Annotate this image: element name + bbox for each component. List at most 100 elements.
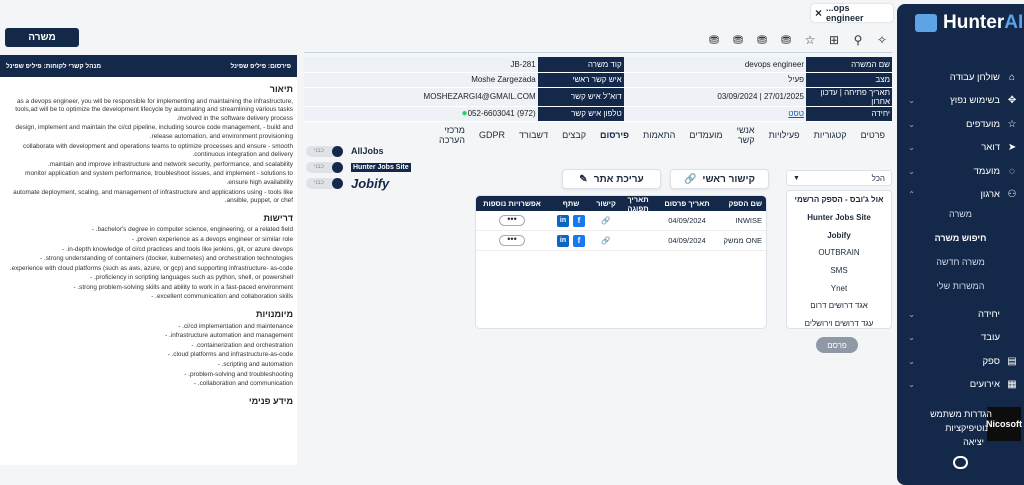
sidebar-subitem[interactable]: חיפוש משרה — [897, 233, 1024, 243]
field-value: JB-281 — [304, 57, 538, 73]
sidebar-item[interactable]: ⌂ שולחן עבודה — [897, 66, 1024, 88]
money-icon-1[interactable]: ⛃ — [778, 32, 794, 48]
main-link-label: קישור ראשי — [702, 173, 756, 185]
tab-4[interactable]: מועמדים — [686, 130, 725, 140]
sidebar-item-label: יחידה — [977, 308, 1000, 320]
grid-header-cell: תאריך תפוגה — [627, 195, 649, 213]
field-label: תאריך פתיחה | עדכון אחרון — [806, 87, 892, 107]
edit-icon: ✎ — [579, 173, 588, 185]
bulb-icon[interactable]: ✧ — [874, 32, 890, 48]
publish-button[interactable]: פרסם — [816, 337, 858, 353]
sidebar-item[interactable]: ▦ אירועים ⌄ — [897, 374, 1024, 396]
supplier-item[interactable]: OUTBRAIN — [787, 244, 891, 262]
sidebar-item[interactable]: ◌ מועמד ⌄ — [897, 160, 1024, 182]
linkedin-icon[interactable]: in — [557, 214, 569, 227]
sidebar-item-icon: ⌂ — [1008, 71, 1016, 83]
sidebar-item-icon: ▤ — [1007, 355, 1017, 367]
tab-8[interactable]: דשבורד — [516, 130, 551, 140]
sidebar-item-icon — [1006, 332, 1018, 344]
main-link-button[interactable]: קישור ראשי 🔗 — [670, 169, 769, 189]
unit-link[interactable]: טסט — [788, 109, 804, 118]
sidebar-item[interactable]: עובד ⌄ — [897, 327, 1024, 349]
details-row: מצב פעיל איש קשר ראשי Moshe Zargezada — [304, 72, 892, 88]
sidebar-item-label: דואר — [981, 142, 1000, 153]
publisher-label: פירסום: פיליפ שפינל — [230, 62, 291, 70]
tab-0[interactable]: פרטים — [858, 130, 888, 140]
supplier-panel: הכל ▼ אול ג'ובס - הספק הרשמי Hunter Jobs … — [786, 170, 892, 329]
edit-site-button[interactable]: עריכת אתר ✎ — [562, 169, 661, 189]
tab-9[interactable]: GDPR — [476, 130, 508, 140]
tab-6[interactable]: פירסום — [597, 130, 632, 140]
sidebar-item[interactable]: ▤ ספק ⌄ — [897, 350, 1024, 372]
chevron-down-icon: ▼ — [793, 174, 800, 182]
supplier-item[interactable]: Hunter Jobs Site — [787, 209, 891, 227]
board-toggle[interactable]: כבוי — [306, 161, 343, 173]
tab-5[interactable]: התאמות — [640, 130, 678, 140]
chevron-icon: ⌄ — [908, 333, 915, 342]
user-settings-link[interactable]: הגדרות משתמש — [930, 409, 992, 419]
sidebar-subitem[interactable]: משרה חדשה — [897, 257, 1024, 267]
supplier-item[interactable]: Ynet — [787, 279, 891, 297]
board-toggle[interactable]: כבוי — [306, 145, 343, 157]
money-icon-3[interactable]: ⛃ — [730, 32, 746, 48]
notifications-link[interactable]: נוטיפיקציות — [945, 423, 988, 433]
supplier-item[interactable]: SMS — [787, 262, 891, 280]
more-options-button[interactable]: ••• — [499, 215, 525, 226]
close-tab-icon[interactable]: × — [815, 6, 822, 20]
sidebar-item[interactable]: ➤ דואר ⌄ — [897, 137, 1024, 159]
logout-link[interactable]: יציאה — [963, 437, 984, 447]
facebook-icon[interactable]: f — [573, 234, 585, 247]
section-line: infrastructure automation and management… — [165, 332, 293, 340]
field-value-text: (972) 052-6603041 — [467, 109, 536, 118]
grid-header: שם הספק תאריך פרסום תאריך תפוגה קישור שתף אפש… — [476, 195, 766, 213]
linkedin-icon[interactable]: in — [557, 234, 569, 247]
supplier-item[interactable]: אגד דרושים דרום — [787, 297, 891, 315]
record-tab-label: ...ops engineer — [826, 3, 864, 23]
facebook-icon[interactable]: f — [573, 214, 585, 227]
board-toggle[interactable]: כבוי — [306, 177, 343, 189]
tab-1[interactable]: קטגוריות — [811, 130, 850, 140]
page-title-button[interactable]: משרה — [5, 28, 79, 47]
field-label: שם המשרה — [806, 57, 892, 73]
add-folder-icon[interactable]: ⊞ — [826, 32, 842, 48]
supplier-item[interactable]: אול ג'ובס - הספק הרשמי — [787, 191, 891, 209]
sidebar-item[interactable]: יחידה ⌄ — [897, 303, 1024, 325]
section-title: תיאור — [269, 84, 293, 94]
brand-accent: AI — [1004, 12, 1024, 33]
grid-header-cell: שם הספק — [728, 199, 762, 208]
money-icon-4[interactable]: ⛃ — [706, 32, 722, 48]
supplier-filter-select[interactable]: הכל ▼ — [786, 170, 892, 186]
section-line: proven experience as a devops engineer o… — [131, 235, 293, 243]
supplier-item[interactable]: Jobify — [787, 226, 891, 244]
tab-10[interactable]: מרכזי הערכה — [436, 125, 468, 145]
publish-date-cell: 04/09/2024 — [668, 216, 706, 225]
brand-logo[interactable]: HunterAI — [915, 12, 1023, 34]
edit-site-label: עריכת אתר — [593, 173, 644, 185]
board-name: AllJobs — [351, 146, 384, 156]
user-lock-icon[interactable]: ⚲ — [850, 32, 866, 48]
sidebar-item[interactable]: ☆ מועדפים ⌄ — [897, 113, 1024, 135]
link-icon[interactable]: 🔗 — [594, 236, 618, 245]
chat-icon[interactable] — [897, 456, 1024, 469]
sidebar-item[interactable]: ⚇ ארגון ⌃ — [897, 184, 1024, 206]
share-cell: f in — [548, 214, 594, 227]
link-icon[interactable]: 🔗 — [594, 216, 618, 225]
money-icon-2[interactable]: ⛃ — [754, 32, 770, 48]
sidebar-subitem[interactable]: משרה — [897, 209, 1024, 219]
field-label: קוד משרה — [537, 57, 624, 73]
tab-3[interactable]: אנשי קשר — [734, 125, 758, 145]
tab-7[interactable]: קבצים — [559, 130, 589, 140]
tab-2[interactable]: פעילויות — [766, 130, 803, 140]
chevron-icon: ⌃ — [908, 190, 915, 199]
more-options-button[interactable]: ••• — [499, 235, 525, 246]
record-tab[interactable]: × ...ops engineer — [811, 3, 893, 23]
sidebar-item-label: אירועים — [969, 379, 1000, 390]
star-icon[interactable]: ☆ — [802, 32, 818, 48]
sidebar-subitem[interactable]: המשרות שלי — [897, 281, 1024, 291]
supplier-item[interactable]: עגד דרושים וירושלים — [787, 315, 891, 328]
sidebar-item[interactable]: ✥ בשימוש נפוץ ⌄ — [897, 90, 1024, 112]
panel-body: תיאור as a devops engineer, you will be r… — [0, 85, 297, 405]
section-line: scripting and automation. - — [217, 361, 293, 369]
grid-header-cell: אפשרויות נוספות — [483, 199, 541, 208]
table-row: ONE ממשק 04/09/2024 🔗 f in ••• — [476, 231, 766, 251]
